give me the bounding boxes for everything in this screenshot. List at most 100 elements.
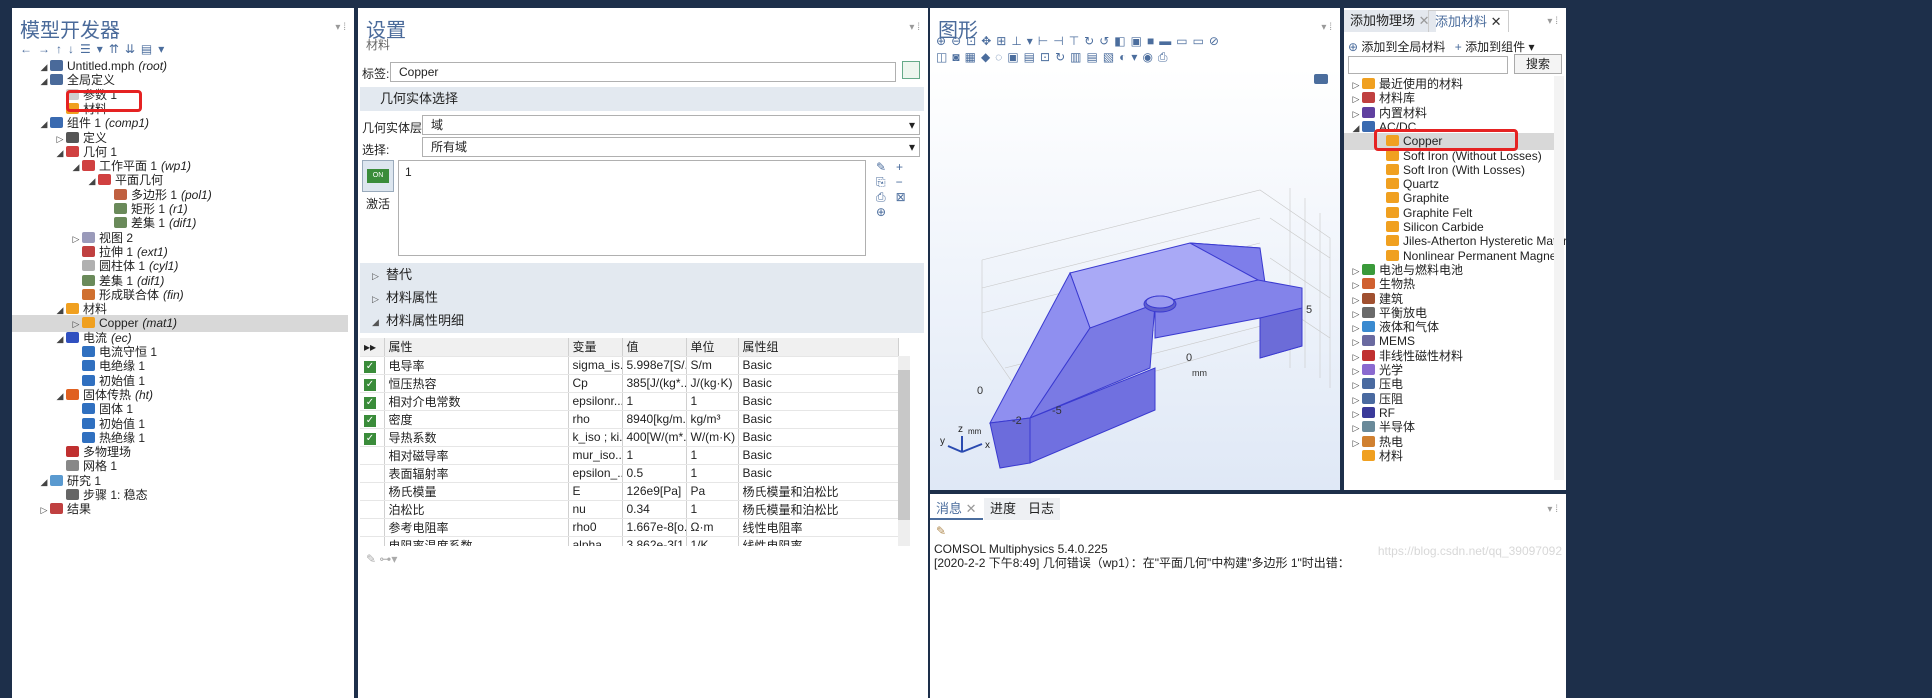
scrollbar-thumb[interactable] — [898, 370, 910, 520]
table-row[interactable]: ✓ 相对介电常数 epsilonr... 1 1 Basic — [360, 392, 899, 411]
view-yz-icon[interactable]: ⊣ — [1053, 34, 1068, 48]
fit-icon[interactable]: ⊡ — [1040, 50, 1055, 64]
view-options-icon[interactable]: ▤▾ — [141, 42, 170, 56]
show-all-icon[interactable]: ▣ — [1007, 50, 1023, 64]
table-row-check-cell[interactable] — [360, 446, 385, 465]
hide-icon[interactable]: ◌ — [995, 50, 1007, 64]
table-row[interactable]: ✓ 导热系数k_iso ; ki...400[W/(m*...W/(m·K)Bas… — [360, 428, 899, 447]
table-row[interactable]: 表面辐射率 epsilon_... 0.5 1 Basic — [360, 464, 899, 483]
label-input[interactable]: Copper — [390, 62, 896, 82]
label-settings-icon[interactable] — [902, 61, 920, 79]
table-row[interactable]: 电阻率温度系数alpha3.862e-3[1...1/K线性电阻率 — [360, 536, 899, 546]
clear-icon[interactable]: ⎙ ⊠ — [876, 190, 906, 205]
table-cell[interactable]: 8940[kg/m... — [622, 410, 687, 429]
table-cell[interactable]: 400[W/(m*... — [622, 428, 687, 447]
table-row-check-cell[interactable] — [360, 482, 385, 501]
tab-add-material[interactable]: 添加材料 ✕ — [1428, 10, 1509, 32]
table-row-check-cell[interactable]: ✓ — [360, 410, 385, 429]
table-cell[interactable]: 3.862e-3[1... — [622, 536, 687, 546]
paste-icon[interactable]: ✎ + — [876, 160, 906, 175]
table-row-check-cell[interactable] — [360, 536, 385, 546]
checkbox-checked-icon[interactable]: ✓ — [364, 360, 376, 373]
table-row-check-cell[interactable] — [360, 518, 385, 537]
select-point-icon[interactable]: ▭ — [1193, 34, 1209, 48]
copy-icon[interactable]: ⎘ − — [876, 175, 906, 190]
geometry-view[interactable]: 5 0 mm 0 -5 -2 z mm x y — [930, 68, 1340, 490]
table-row[interactable]: ✓ 密度 rho 8940[kg/m... kg/m³ Basic — [360, 410, 899, 429]
table-header-cell[interactable]: 单位 — [686, 338, 739, 357]
view-xy-icon[interactable]: ⊢ — [1038, 34, 1053, 48]
tab-log[interactable]: 日志 — [1022, 498, 1061, 520]
select-edge-icon[interactable]: ▭ — [1176, 34, 1192, 48]
table-scrollbar[interactable] — [898, 356, 910, 546]
add-to-global-button[interactable]: 添加到全局材料 — [1361, 40, 1445, 54]
checkbox-checked-icon[interactable]: ✓ — [364, 432, 376, 445]
table-row-check-cell[interactable] — [360, 464, 385, 483]
zoom-box-icon[interactable]: ⊡ — [966, 34, 981, 48]
zoom-selection-icon[interactable]: ⊕ — [876, 205, 906, 220]
forward-icon[interactable]: → — [38, 42, 56, 56]
selection-select[interactable]: 所有域 — [422, 137, 920, 157]
close-icon[interactable]: ✕ — [1491, 14, 1502, 29]
grid-icon[interactable]: ▤ — [1024, 50, 1040, 64]
checkbox-checked-icon[interactable]: ✓ — [364, 414, 376, 427]
back-icon[interactable]: ← — [20, 42, 38, 56]
select-boundary-icon[interactable]: ▬ — [1159, 34, 1176, 48]
select-domain-icon[interactable]: ■ — [1147, 34, 1159, 48]
collapse-icon[interactable]: ⇊ — [125, 42, 141, 56]
scene-light-icon[interactable]: ◫ — [936, 50, 952, 64]
select-all-icon[interactable]: ▣ — [1131, 34, 1147, 48]
selection-list[interactable]: 1 — [398, 160, 866, 256]
table-row[interactable]: 相对磁导率 mur_iso... 1 1 Basic — [360, 446, 899, 465]
table-cell[interactable]: 0.5 — [622, 464, 687, 483]
render-icon[interactable]: ◆ — [981, 50, 995, 64]
table-cell[interactable]: 1 — [622, 392, 687, 411]
table-row[interactable]: ✓ 电导率sigma_is...5.998e7[S/...S/mBasic — [360, 356, 899, 375]
table-cell[interactable]: 385[J/(kg*... — [622, 374, 687, 393]
material-search-input[interactable] — [1348, 56, 1508, 74]
window-3-icon[interactable]: ▧ — [1103, 50, 1119, 64]
window-2-icon[interactable]: ▤ — [1086, 50, 1102, 64]
pane-menu-icon[interactable]: ▾ ⁞ — [335, 22, 346, 33]
clear-messages-icon[interactable]: ✎ — [936, 524, 946, 538]
move-up-icon[interactable]: ↑ — [56, 42, 68, 56]
table-row-check-cell[interactable]: ✓ — [360, 428, 385, 447]
geom-section-header[interactable]: 几何实体选择 — [360, 87, 924, 111]
tab-messages[interactable]: 消息 ✕ — [930, 498, 983, 520]
tab-add-physics[interactable]: 添加物理场 ✕ — [1344, 10, 1436, 32]
add-to-component-button[interactable]: 添加到组件 — [1465, 40, 1525, 54]
transparency-icon[interactable]: ◧ — [1114, 34, 1130, 48]
link-icon[interactable]: ⊶▾ — [379, 552, 397, 566]
rotate-icon[interactable]: ↻ — [1084, 34, 1099, 48]
graphics-canvas[interactable]: 5 0 mm 0 -5 -2 z mm x y — [930, 68, 1340, 490]
table-header-cell[interactable]: 属性组 — [738, 338, 899, 357]
pane-menu-icon[interactable]: ▾ ⁞ — [1547, 16, 1558, 27]
pane-menu-icon[interactable]: ▾ ⁞ — [1321, 22, 1332, 33]
zoom-extents-icon[interactable]: ✥ — [981, 34, 996, 48]
reset-icon[interactable]: ↺ — [1099, 34, 1114, 48]
table-cell[interactable]: 1 — [622, 446, 687, 465]
table-header-cell[interactable]: 属性 — [384, 338, 569, 357]
pane-menu-icon[interactable]: ▾ ⁞ — [1547, 504, 1558, 515]
clear-selection-icon[interactable]: ⊘ — [1209, 34, 1224, 48]
table-cell[interactable]: 126e9[Pa] — [622, 482, 687, 501]
table-row[interactable]: 泊松比 nu 0.34 1 杨氏模量和泊松比 — [360, 500, 899, 519]
material-tree-node[interactable]: 材料 — [1344, 448, 1554, 465]
table-row[interactable]: 参考电阻率rho01.667e-8[o...Ω·m线性电阻率 — [360, 518, 899, 537]
selection-list-item[interactable]: 1 — [405, 165, 859, 179]
move-down-icon[interactable]: ↓ — [68, 42, 80, 56]
tab-progress[interactable]: 进度 — [984, 498, 1023, 520]
table-row-check-cell[interactable] — [360, 500, 385, 519]
table-row[interactable]: ✓ 恒压热容 Cp 385[J/(kg*... J/(kg·K) Basic — [360, 374, 899, 393]
expand-arrow-icon[interactable]: ▷ — [38, 502, 50, 519]
table-cell[interactable]: 1.667e-8[o... — [622, 518, 687, 537]
table-row-check-cell[interactable]: ✓ — [360, 374, 385, 393]
checkbox-checked-icon[interactable]: ✓ — [364, 396, 376, 409]
print-icon[interactable]: ⎙ — [1158, 50, 1173, 64]
screenshot-icon[interactable]: ◉ — [1142, 50, 1157, 64]
close-icon[interactable]: ✕ — [962, 501, 977, 516]
palette-icon[interactable]: ◐▾ — [1119, 50, 1142, 64]
view-zx-icon[interactable]: ⊤ — [1069, 34, 1084, 48]
view-axis-icon[interactable]: ⊥▾ — [1011, 34, 1037, 48]
override-section-header[interactable]: ▷ 替代 — [360, 263, 924, 287]
